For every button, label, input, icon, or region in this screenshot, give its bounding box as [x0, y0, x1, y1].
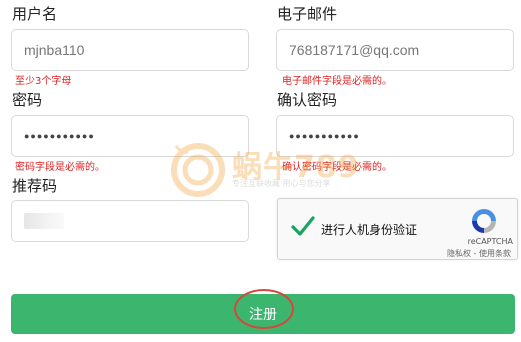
- referrer-blurred-value: [24, 213, 64, 229]
- watermark-subtitle: 专注互联收藏 用心与您分享: [232, 179, 331, 188]
- referrer-input[interactable]: [11, 200, 249, 242]
- username-label: 用户名: [12, 5, 58, 23]
- recaptcha-widget[interactable]: 进行人机身份验证 reCAPTCHA 隐私权 - 使用条款: [277, 198, 518, 260]
- confirm-password-label: 确认密码: [277, 91, 338, 109]
- username-error: 至少3个字母: [15, 76, 72, 87]
- confirm-password-value: ●●●●●●●●●●●: [289, 131, 360, 141]
- recaptcha-logo-icon: [472, 209, 496, 233]
- register-button[interactable]: 注册: [11, 294, 515, 334]
- confirm-password-error: 确认密码字段是必需的。: [282, 162, 392, 173]
- recaptcha-brand: reCAPTCHA: [467, 237, 513, 246]
- recaptcha-label: 进行人机身份验证: [321, 223, 418, 237]
- password-input[interactable]: ●●●●●●●●●●●: [11, 115, 249, 157]
- checkmark-icon[interactable]: [290, 213, 316, 239]
- referrer-label: 推荐码: [12, 177, 58, 195]
- email-label: 电子邮件: [277, 5, 338, 23]
- username-input[interactable]: mjnba110: [11, 29, 249, 71]
- password-error: 密码字段是必需的。: [15, 162, 105, 173]
- password-label: 密码: [12, 91, 43, 109]
- confirm-password-input[interactable]: ●●●●●●●●●●●: [276, 115, 514, 157]
- email-error: 电子邮件字段是必需的。: [282, 76, 392, 87]
- recaptcha-terms-link[interactable]: 隐私权 - 使用条款: [447, 248, 511, 259]
- email-value: 768187171@qq.com: [289, 42, 420, 58]
- email-input[interactable]: 768187171@qq.com: [276, 29, 514, 71]
- password-value: ●●●●●●●●●●●: [24, 131, 95, 141]
- username-value: mjnba110: [24, 42, 85, 58]
- register-button-label: 注册: [249, 306, 277, 322]
